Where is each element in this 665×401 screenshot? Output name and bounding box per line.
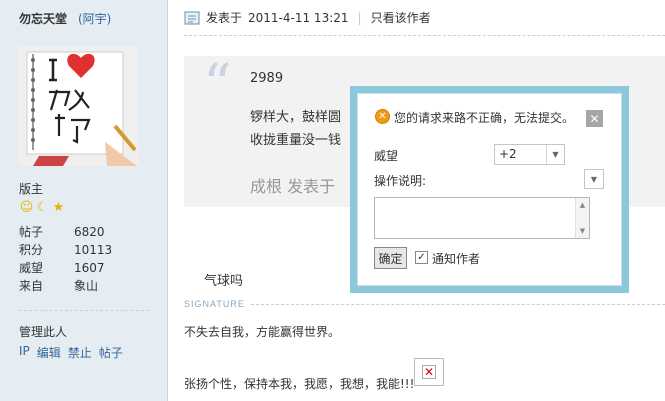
close-button[interactable]: ✕ xyxy=(586,110,603,127)
rating-dialog: ✕ 您的请求来路不正确，无法提交。 ✕ 威望 +2 ▼ 操作说明: ▼ ▲ ▼ … xyxy=(350,86,629,293)
stat-row: 帖子 6820 xyxy=(19,223,112,241)
username-link[interactable]: 勿忘天堂 xyxy=(19,10,67,27)
reputation-label: 威望 xyxy=(374,149,399,163)
scroll-up-icon[interactable]: ▲ xyxy=(576,199,589,211)
post-message: 气球吗 xyxy=(204,274,244,289)
user-stats: 帖子 6820 积分 10113 威望 1607 来自 象山 xyxy=(19,223,112,295)
quote-number: 2989 xyxy=(250,71,284,86)
notify-author-label[interactable]: 通知作者 xyxy=(432,250,480,267)
quote-line: 锣样大，鼓样圆 xyxy=(250,110,342,125)
broken-image-icon: ✕ xyxy=(414,358,444,386)
avatar-image xyxy=(19,46,139,166)
avatar[interactable] xyxy=(19,46,139,166)
signature-text: 不失去自我，方能赢得世界。 xyxy=(184,325,341,339)
post-status-icon xyxy=(184,11,200,24)
scroll-down-icon[interactable]: ▼ xyxy=(576,225,589,237)
warning-message: 您的请求来路不正确，无法提交。 xyxy=(394,111,575,125)
stat-row: 来自 象山 xyxy=(19,277,112,295)
broken-image-x-icon: ✕ xyxy=(422,365,436,379)
moon-icon: ☾ xyxy=(36,200,49,215)
quote-attribution: 成根 发表于 xyxy=(250,177,336,196)
reputation-value: +2 xyxy=(499,147,517,161)
reputation-select[interactable]: +2 ▼ xyxy=(494,144,565,165)
chevron-down-icon: ▼ xyxy=(590,174,598,184)
confirm-button[interactable]: 确定 xyxy=(374,247,407,269)
star-icon: ★ xyxy=(52,200,65,215)
manage-edit-link[interactable]: 编辑 xyxy=(37,344,61,361)
quote-mark-icon: “ xyxy=(203,53,232,118)
operation-label: 操作说明: xyxy=(374,174,427,188)
smiley-icon: ☺ xyxy=(19,200,34,215)
warning-icon: ✕ xyxy=(375,109,390,124)
stat-value: 6820 xyxy=(74,225,105,239)
posted-label: 发表于 xyxy=(206,11,243,25)
user-role: 版主 xyxy=(19,182,44,196)
stat-row: 积分 10113 xyxy=(19,241,112,259)
rank-icons: ☺ ☾ ★ xyxy=(19,200,66,215)
only-author-link[interactable]: 只看该作者 xyxy=(371,9,431,26)
operation-preset-select[interactable]: ▼ xyxy=(584,169,604,189)
stat-label: 帖子 xyxy=(19,225,44,239)
dialog-body: ✕ 您的请求来路不正确，无法提交。 ✕ 威望 +2 ▼ 操作说明: ▼ ▲ ▼ … xyxy=(357,93,622,286)
meta-separator: | xyxy=(357,10,362,25)
stat-label: 来自 xyxy=(19,279,44,293)
manage-title: 管理此人 xyxy=(19,325,68,339)
post-datetime: 2011-4-11 13:21 xyxy=(248,10,349,25)
signature-text: 张扬个性，保持本我，我愿，我想，我能!!! xyxy=(184,377,415,391)
stat-value: 1607 xyxy=(74,261,105,275)
stat-value: 象山 xyxy=(74,279,99,293)
signature-line xyxy=(250,303,665,305)
stat-label: 威望 xyxy=(19,261,44,275)
stat-label: 积分 xyxy=(19,243,44,257)
chevron-down-icon[interactable]: ▼ xyxy=(546,145,564,164)
meta-divider xyxy=(184,35,665,36)
textarea-scrollbar[interactable]: ▲ ▼ xyxy=(575,198,589,238)
nickname-link[interactable]: (阿宇) xyxy=(78,10,111,27)
signature-divider: SIGNATURE xyxy=(184,299,665,309)
quote-line: 收拢重量没一钱 xyxy=(250,133,342,148)
manage-ip-link[interactable]: IP xyxy=(19,344,30,361)
operation-textarea[interactable]: ▲ ▼ xyxy=(374,197,590,239)
manage-posts-link[interactable]: 帖子 xyxy=(99,344,123,361)
user-sidebar: 勿忘天堂 (阿宇) 版主 ☺ ☾ ★ 帖子 6820 积分 10113 威望 1… xyxy=(0,0,168,401)
notify-author-checkbox[interactable]: ✓ xyxy=(415,251,428,264)
post-meta: 发表于 2011-4-11 13:21 | 只看该作者 xyxy=(184,9,431,26)
sidebar-divider xyxy=(19,310,149,311)
signature-label: SIGNATURE xyxy=(184,299,245,309)
stat-row: 威望 1607 xyxy=(19,259,112,277)
stat-value: 10113 xyxy=(74,243,113,257)
manage-ban-link[interactable]: 禁止 xyxy=(68,344,92,361)
manage-links: IP 编辑 禁止 帖子 xyxy=(19,344,123,361)
